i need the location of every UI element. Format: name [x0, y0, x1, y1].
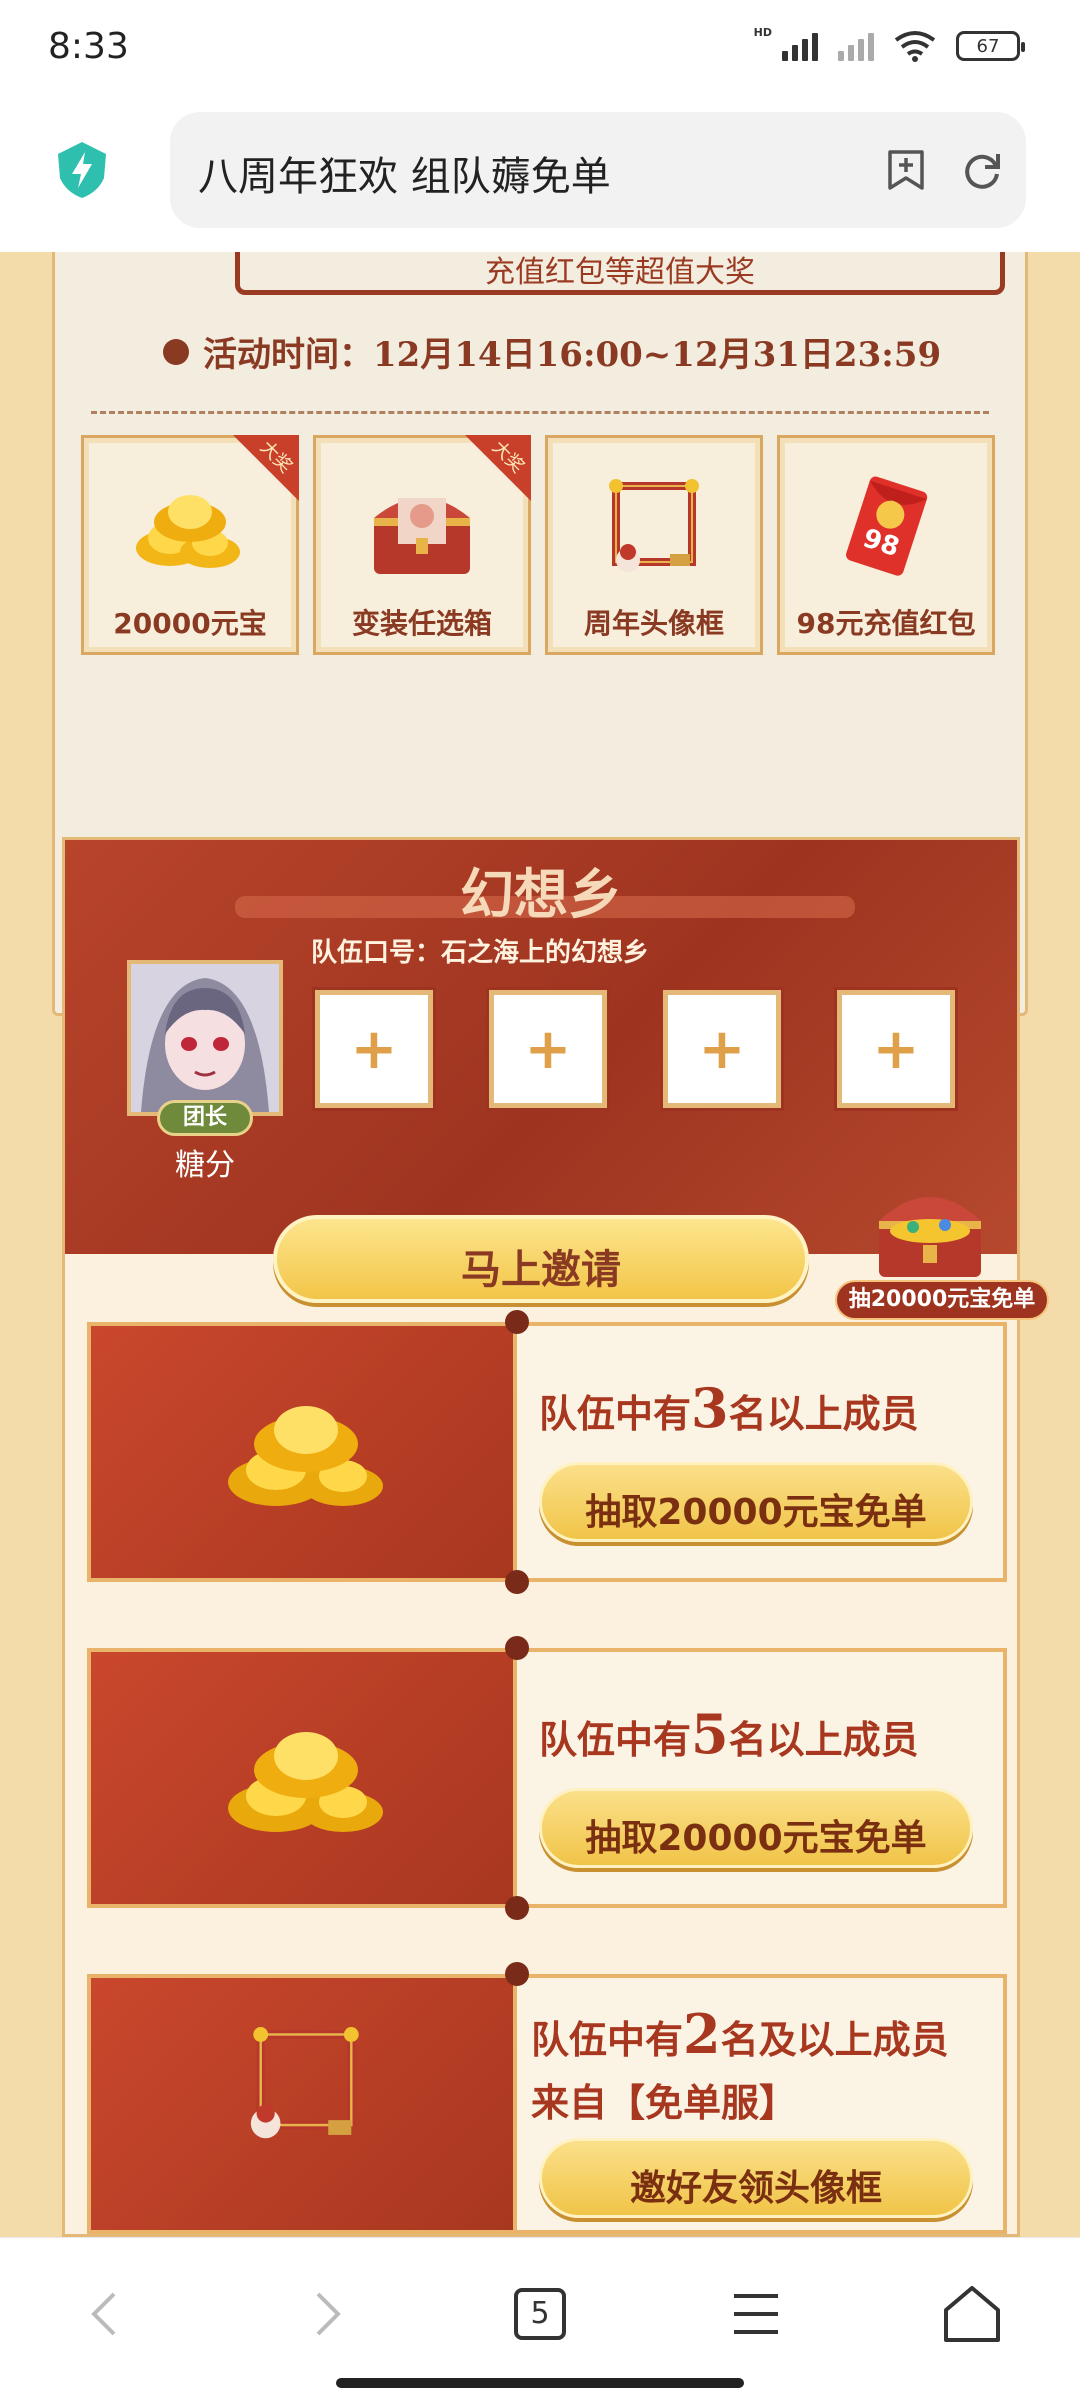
avatar-frame-icon	[609, 479, 699, 572]
browser-toolbar: 八周年狂欢 组队薅免单	[0, 100, 1080, 252]
tabs-button[interactable]: 5	[504, 2278, 576, 2350]
empty-member-slot[interactable]: +	[663, 990, 781, 1108]
gold-ingot-icon	[136, 495, 240, 568]
event-banner: 充值红包等超值大奖	[235, 252, 1005, 295]
task-title: 队伍中有2名及以上成员	[531, 2002, 949, 2066]
gold-ingot-icon	[228, 1406, 383, 1506]
tab-count: 5	[514, 2288, 566, 2340]
forward-icon[interactable]	[290, 2278, 362, 2350]
team-panel: 幻想乡 队伍口号：石之海上的幻想乡 团长 糖分 + + + + 马上邀请 抽20…	[62, 837, 1049, 2237]
page-title: 八周年狂欢 组队薅免单	[198, 154, 611, 200]
claim-frame-button[interactable]: 邀好友领头像框	[539, 2138, 973, 2218]
prize-list: 大奖 20000元宝 大奖 变装任选箱 周年头像框 98 98元充值红包	[81, 435, 995, 655]
task-detail: 队伍中有5名以上成员 抽取20000元宝免单	[517, 1648, 1007, 1908]
home-icon[interactable]	[936, 2278, 1008, 2350]
hd-indicator: HD	[753, 25, 772, 39]
empty-member-slot[interactable]: +	[315, 990, 433, 1108]
avatar-frame-icon	[250, 2027, 359, 2139]
banner-subtitle: 充值红包等超值大奖	[485, 255, 755, 290]
divider-dot	[505, 1570, 529, 1594]
prize-card: 大奖 20000元宝	[81, 435, 299, 655]
task-reward-image	[87, 1322, 517, 1582]
prize-card: 周年头像框	[545, 435, 763, 655]
refresh-icon[interactable]	[958, 146, 1006, 194]
add-icon: +	[872, 1017, 920, 1082]
add-icon: +	[698, 1017, 746, 1082]
empty-member-slot[interactable]: +	[837, 990, 955, 1108]
prize-label: 周年头像框	[583, 607, 724, 640]
task-card: 队伍中有2名及以上成员 来自【免单服】 邀好友领头像框	[87, 1962, 1007, 2234]
add-icon: +	[524, 1017, 572, 1082]
task-title: 队伍中有3名以上成员	[539, 1376, 919, 1440]
task-card: 队伍中有5名以上成员 抽取20000元宝免单	[87, 1636, 1007, 1920]
task-detail: 队伍中有2名及以上成员 来自【免单服】 邀好友领头像框	[517, 1974, 1007, 2234]
invite-button[interactable]: 马上邀请	[273, 1215, 809, 1303]
back-icon[interactable]	[70, 2278, 142, 2350]
task-subtitle: 来自【免单服】	[531, 2080, 798, 2125]
status-icons: HD 67	[754, 26, 1025, 62]
divider-dot	[505, 1896, 529, 1920]
treasure-chest-icon[interactable]	[865, 1165, 995, 1285]
signal-icon	[782, 31, 818, 61]
gold-ingot-icon	[228, 1732, 383, 1832]
empty-member-slot[interactable]: +	[489, 990, 607, 1108]
divider	[91, 411, 989, 414]
add-icon: +	[350, 1017, 398, 1082]
task-detail: 队伍中有3名以上成员 抽取20000元宝免单	[517, 1322, 1007, 1582]
red-packet-icon: 98	[846, 476, 928, 576]
add-bookmark-icon[interactable]	[882, 146, 930, 194]
leader-avatar-image	[131, 964, 279, 1112]
leader-badge: 团长	[157, 1100, 253, 1136]
menu-icon[interactable]	[720, 2278, 792, 2350]
task-reward-image	[87, 1648, 517, 1908]
divider-dot	[505, 1310, 529, 1334]
prize-card: 大奖 变装任选箱	[313, 435, 531, 655]
event-time: 活动时间：12月14日16:00~12月31日23:59	[203, 335, 942, 375]
draw-button[interactable]: 抽取20000元宝免单	[539, 1788, 973, 1868]
divider-dot	[505, 1962, 529, 1986]
team-name: 幻想乡	[460, 862, 622, 926]
prize-label: 变装任选箱	[351, 607, 492, 640]
event-time-row: 活动时间：12月14日16:00~12月31日23:59	[163, 327, 941, 376]
address-bar[interactable]: 八周年狂欢 组队薅免单	[170, 112, 1026, 228]
task-card: 队伍中有3名以上成员 抽取20000元宝免单	[87, 1310, 1007, 1594]
status-bar: 8:33 HD 67	[0, 0, 1080, 100]
leader-name: 糖分	[175, 1148, 235, 1183]
security-shield-icon[interactable]	[54, 140, 110, 200]
treasure-chest-icon	[374, 498, 470, 574]
battery-level: 67	[976, 35, 1000, 57]
divider-dot	[505, 1636, 529, 1660]
prize-label: 20000元宝	[113, 607, 267, 640]
battery-icon: 67	[956, 31, 1025, 61]
task-title: 队伍中有5名以上成员	[539, 1702, 919, 1766]
signal-secondary-icon	[838, 31, 874, 61]
prize-label: 98元充值红包	[796, 607, 976, 640]
status-time: 8:33	[48, 26, 129, 67]
wifi-icon	[894, 31, 936, 62]
web-content: 充值红包等超值大奖 活动时间：12月14日16:00~12月31日23:59 大…	[0, 252, 1080, 2237]
team-slogan: 队伍口号：石之海上的幻想乡	[311, 938, 650, 968]
home-indicator[interactable]	[336, 2378, 744, 2388]
avatar[interactable]	[127, 960, 283, 1116]
chest-label: 抽20000元宝免单	[835, 1280, 1049, 1320]
browser-nav-bar: 5	[0, 2237, 1080, 2401]
prize-card: 98 98元充值红包	[777, 435, 995, 655]
task-reward-image	[87, 1974, 517, 2234]
draw-button[interactable]: 抽取20000元宝免单	[539, 1462, 973, 1542]
bullet-icon	[163, 338, 189, 365]
